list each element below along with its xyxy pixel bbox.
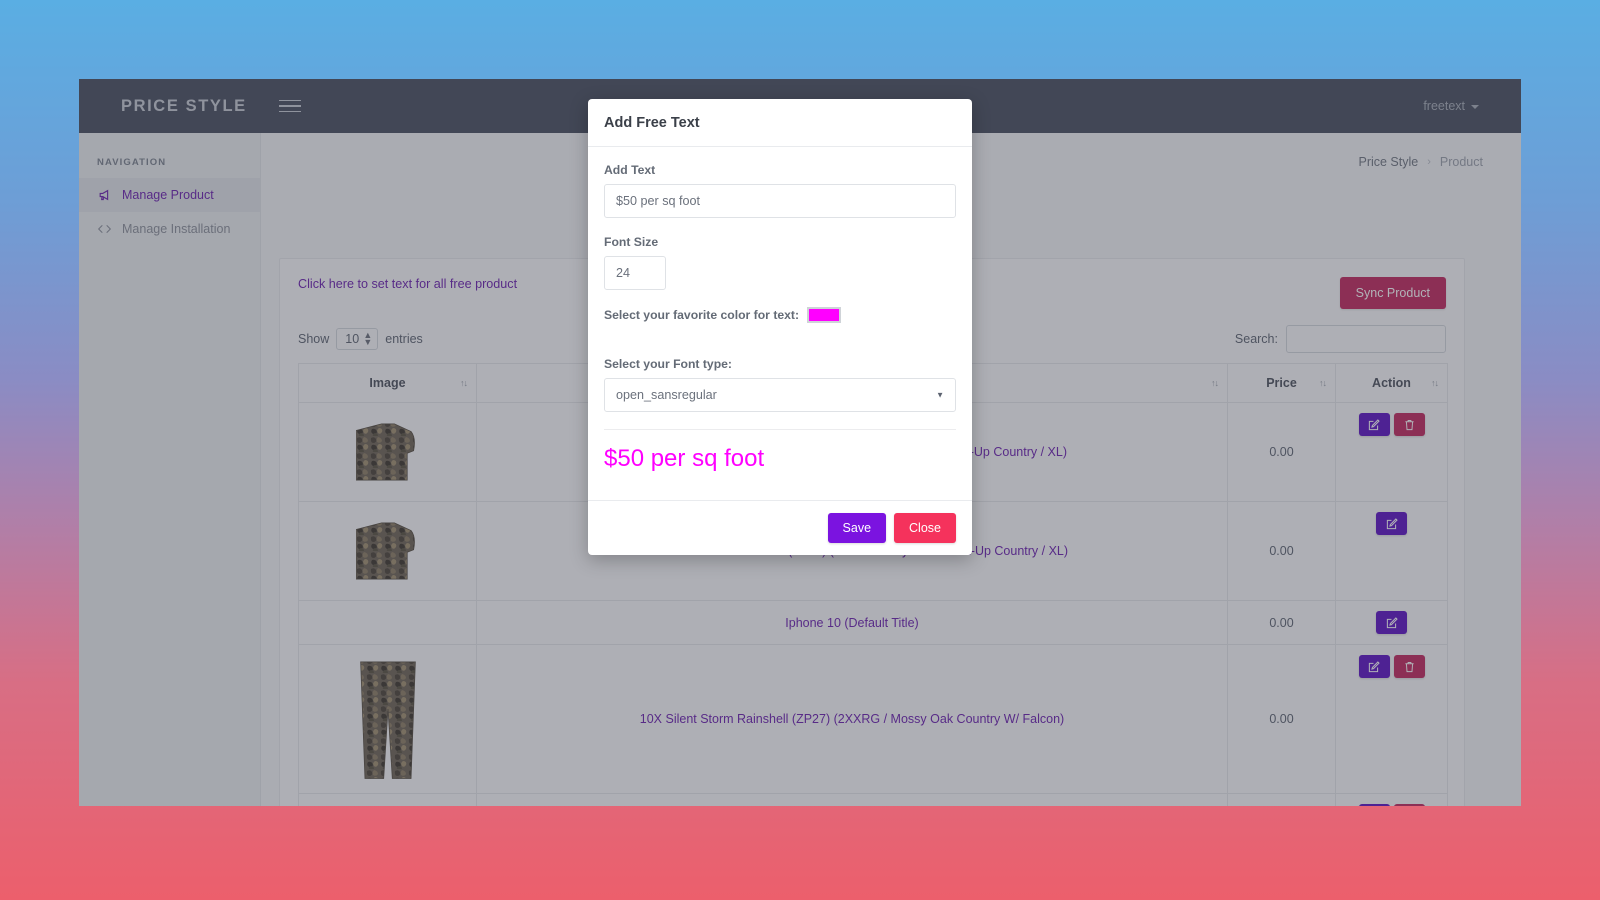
font-type-label: Select your Font type:	[604, 357, 732, 371]
modal-title: Add Free Text	[604, 115, 700, 131]
font-size-label: Font Size	[604, 235, 659, 249]
modal-header: Add Free Text	[588, 99, 972, 147]
font-size-input[interactable]	[604, 256, 666, 290]
save-button[interactable]: Save	[827, 513, 887, 544]
font-select-wrapper: open_sansregular ▼	[604, 378, 956, 412]
add-text-input[interactable]	[604, 184, 956, 218]
modal-body: Add Text Font Size Select your favorite …	[588, 147, 972, 500]
text-preview-area: $50 per sq foot	[604, 429, 956, 492]
font-type-field-group: Select your Font type: open_sansregular …	[604, 357, 956, 412]
close-button[interactable]: Close	[894, 513, 956, 544]
preview-text: $50 per sq foot	[604, 445, 765, 472]
app-window: PRICE STYLE freetext NAVIGATION Manage P…	[79, 79, 1521, 806]
add-free-text-modal: Add Free Text Add Text Font Size Select …	[588, 99, 972, 556]
modal-footer: Save Close	[588, 500, 972, 555]
font-size-field-group: Font Size	[604, 235, 956, 290]
add-text-label: Add Text	[604, 163, 656, 177]
color-picker-label: Select your favorite color for text:	[604, 308, 800, 322]
color-swatch-button[interactable]	[807, 307, 842, 323]
add-text-field-group: Add Text	[604, 163, 956, 218]
font-type-select[interactable]: open_sansregular	[604, 378, 956, 412]
color-picker-row: Select your favorite color for text:	[604, 307, 956, 323]
